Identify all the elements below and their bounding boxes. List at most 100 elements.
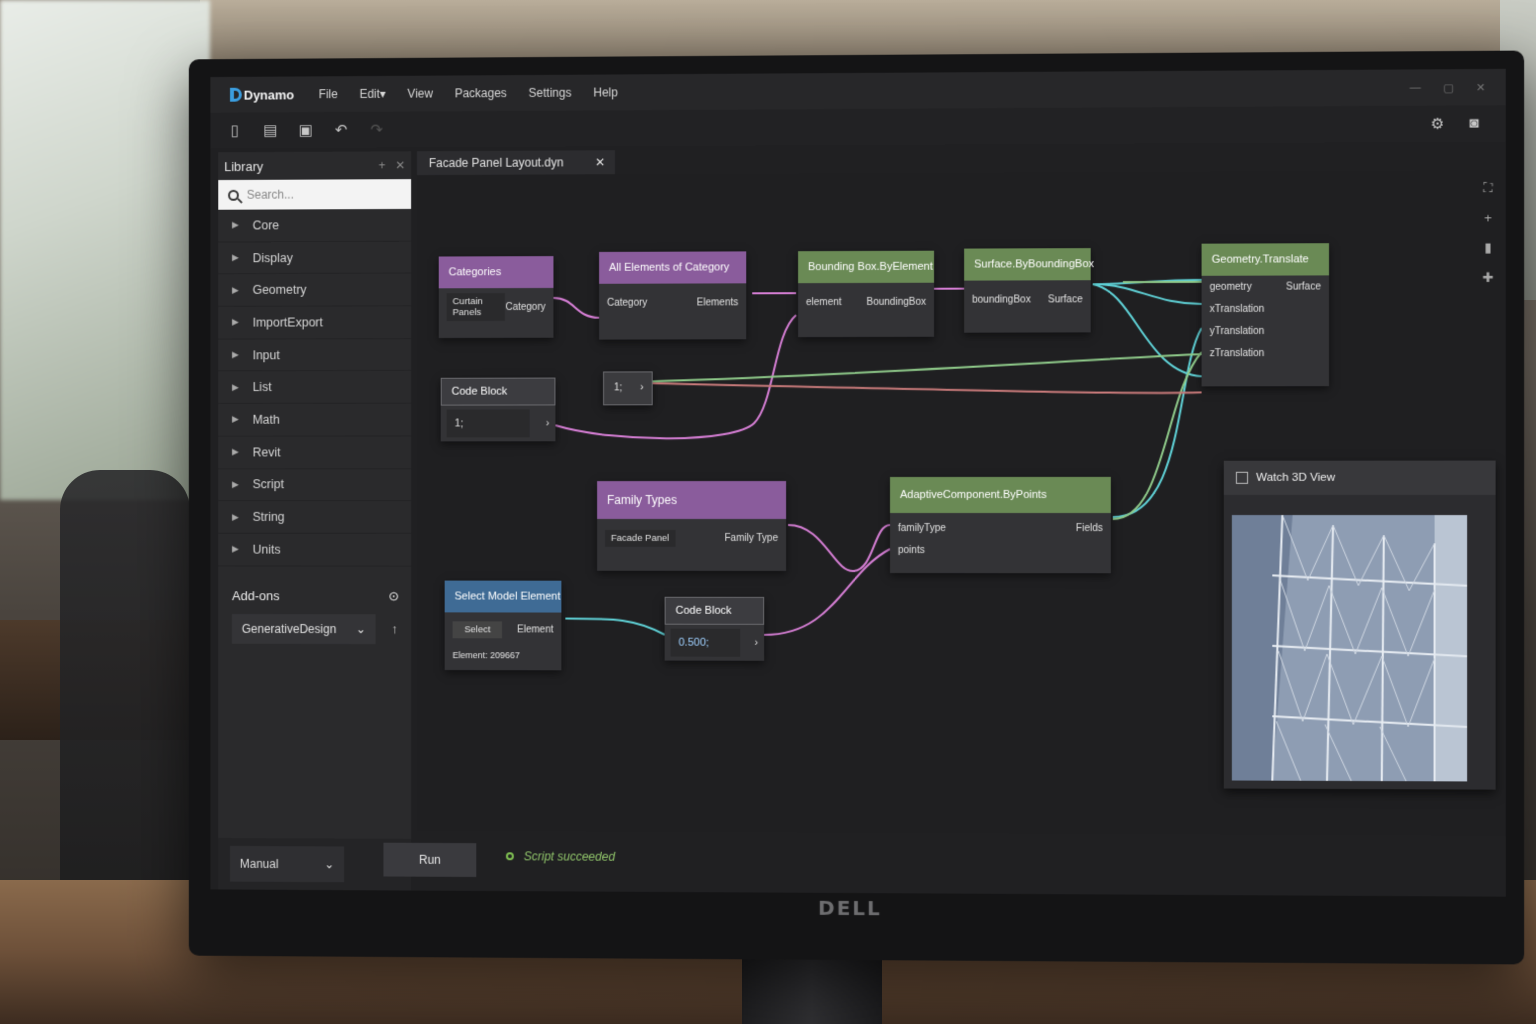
library-item-importexport[interactable]: ▶ ImportExport xyxy=(218,306,412,340)
maximize-icon[interactable]: ▢ xyxy=(1443,81,1454,94)
gear-icon[interactable]: ⚙ xyxy=(1428,115,1446,133)
chevron-down-icon: ⌄ xyxy=(355,621,366,636)
library-item-string[interactable]: ▶ String xyxy=(218,501,412,534)
tab-close-icon[interactable]: ✕ xyxy=(595,155,605,169)
camera-icon[interactable]: ◙ xyxy=(1465,114,1483,132)
run-footer: Manual ⌄ xyxy=(218,837,412,891)
node-input: familyType xyxy=(898,522,946,534)
tab-facade-panel-layout[interactable]: Facade Panel Layout.dyn ✕ xyxy=(417,150,615,176)
run-mode-select[interactable]: Manual ⌄ xyxy=(230,845,345,883)
menu-view[interactable]: View xyxy=(397,87,444,101)
caret-right-icon: ▶ xyxy=(231,252,239,263)
minimize-icon[interactable]: — xyxy=(1410,81,1421,94)
undo-icon[interactable]: ↶ xyxy=(332,121,350,139)
library-item-label: ImportExport xyxy=(252,315,323,330)
graph-canvas[interactable]: Categories Curtain Panels Category All E… xyxy=(417,169,1506,837)
facade-preview-graphic xyxy=(1231,515,1468,782)
code-block-input[interactable]: 0.500; xyxy=(670,628,741,657)
library-categories: ▶ Core ▶ Display ▶ Geometry ▶ ImportExport ▶… xyxy=(218,208,412,567)
menu-settings[interactable]: Settings xyxy=(518,86,583,100)
canvas-controls: ⛶ + ▮ ✚ xyxy=(1482,180,1493,286)
toggle-icon[interactable]: ▮ xyxy=(1482,240,1493,256)
app-name: Dynamo xyxy=(243,86,295,103)
node-port-row: boundingBox Surface xyxy=(964,288,1091,310)
zoom-in-icon[interactable]: + xyxy=(1482,210,1493,225)
code-block-input[interactable]: 1; xyxy=(446,409,530,438)
library-header: Library + ✕ xyxy=(218,151,411,180)
node-output: BoundingBox xyxy=(866,296,927,308)
run-button[interactable]: Run xyxy=(383,842,477,877)
node-geometry-translate[interactable]: Geometry.Translate geometry Surface xTra… xyxy=(1201,243,1330,387)
library-item-revit[interactable]: ▶ Revit xyxy=(218,436,412,469)
save-icon[interactable]: ▣ xyxy=(297,121,315,139)
node-port-row: zTranslation xyxy=(1202,342,1329,364)
menu-packages[interactable]: Packages xyxy=(444,86,518,100)
node-surface-by-bbox[interactable]: Surface.ByBoundingBox boundingBox Surfac… xyxy=(964,248,1094,333)
upload-icon[interactable]: ↑ xyxy=(391,621,397,636)
node-port-row: geometry Surface xyxy=(1202,275,1329,298)
node-code-block[interactable]: Code Block 1; › xyxy=(440,377,556,442)
close-window-icon[interactable]: ✕ xyxy=(1476,81,1485,94)
library-item-label: Core xyxy=(252,218,280,233)
node-input: xTranslation xyxy=(1209,303,1265,315)
library-item-list[interactable]: ▶ List xyxy=(218,371,412,405)
library-item-label: Revit xyxy=(252,445,281,460)
menu-edit[interactable]: Edit▾ xyxy=(349,87,397,101)
library-item-label: Input xyxy=(252,347,280,362)
watch-header: Watch 3D View xyxy=(1223,460,1496,495)
menu-edit-caret: ▾ xyxy=(379,86,386,101)
library-item-math[interactable]: ▶ Math xyxy=(218,403,412,437)
node-input: yTranslation xyxy=(1209,325,1265,337)
output-arrow-icon: › xyxy=(640,381,644,394)
close-icon[interactable]: ✕ xyxy=(395,158,405,172)
addons-settings-icon[interactable]: ⊙ xyxy=(388,588,399,604)
library-item-display[interactable]: ▶ Display xyxy=(218,241,412,275)
output-arrow-icon: › xyxy=(754,636,759,649)
library-item-input[interactable]: ▶ Input xyxy=(218,338,412,372)
search-box[interactable]: Search... xyxy=(218,179,412,210)
redo-icon[interactable]: ↷ xyxy=(368,121,386,139)
addon-select-value: GenerativeDesign xyxy=(241,621,337,636)
open-folder-icon[interactable]: ▤ xyxy=(261,121,279,139)
node-family-types[interactable]: Family Types Facade Panel Family Type xyxy=(597,481,787,571)
select-button[interactable]: Select xyxy=(452,620,503,638)
watch-3d-icon xyxy=(1235,471,1249,484)
toolbar: ▯ ▤ ▣ ↶ ↷ ⚙ ◙ xyxy=(210,105,1506,149)
node-code-block-mini[interactable]: 1; › xyxy=(603,371,653,406)
node-value[interactable]: Curtain Panels xyxy=(446,293,506,322)
tab-title: Facade Panel Layout.dyn xyxy=(428,155,564,171)
library-item-script[interactable]: ▶ Script xyxy=(218,468,412,502)
node-select-model-element[interactable]: Select Model Element Select Element Elem… xyxy=(444,580,562,671)
watch-3d-preview[interactable] xyxy=(1231,515,1468,782)
node-input: points xyxy=(898,544,925,556)
node-input: geometry xyxy=(1209,281,1252,293)
node-categories[interactable]: Categories Curtain Panels Category xyxy=(438,256,554,339)
search-input[interactable]: Search... xyxy=(247,188,294,202)
new-file-icon[interactable]: ▯ xyxy=(226,121,244,139)
node-value[interactable]: Facade Panel xyxy=(605,529,676,547)
caret-right-icon: ▶ xyxy=(231,414,239,425)
node-input: zTranslation xyxy=(1209,347,1265,359)
library-panel: Library + ✕ Search... ▶ Core ▶ Display ▶ Ge… xyxy=(218,151,412,891)
menu-help[interactable]: Help xyxy=(582,85,628,99)
library-item-core[interactable]: ▶ Core xyxy=(218,208,412,243)
library-item-label: String xyxy=(252,510,285,524)
node-all-elements[interactable]: All Elements of Category Category Elemen… xyxy=(599,251,747,340)
dynamo-logo-icon xyxy=(230,87,242,102)
addon-select[interactable]: GenerativeDesign ⌄ xyxy=(231,613,376,644)
node-code-block-2[interactable]: Code Block 0.500; › xyxy=(664,596,765,661)
node-watch-3d[interactable]: Watch 3D View xyxy=(1223,460,1496,790)
node-output: Surface xyxy=(1047,293,1083,305)
node-bbox-by-element[interactable]: Bounding Box.ByElement element BoundingB… xyxy=(798,250,935,338)
fit-view-icon[interactable]: ⛶ xyxy=(1482,180,1493,196)
menu-file[interactable]: File xyxy=(308,87,349,101)
node-output: Element xyxy=(517,623,554,635)
wire-surface-to-x xyxy=(1093,284,1202,304)
code-block-mini-value[interactable]: 1; xyxy=(614,382,622,393)
zoom-plus-icon[interactable]: ✚ xyxy=(1482,270,1493,286)
library-item-units[interactable]: ▶ Units xyxy=(218,533,412,567)
screen: Dynamo File Edit▾ View Packages Settings… xyxy=(210,68,1506,897)
library-item-geometry[interactable]: ▶ Geometry xyxy=(218,273,412,307)
add-icon[interactable]: + xyxy=(378,158,385,172)
node-adaptive-component[interactable]: AdaptiveComponent.ByPoints familyType Fi… xyxy=(889,476,1111,574)
